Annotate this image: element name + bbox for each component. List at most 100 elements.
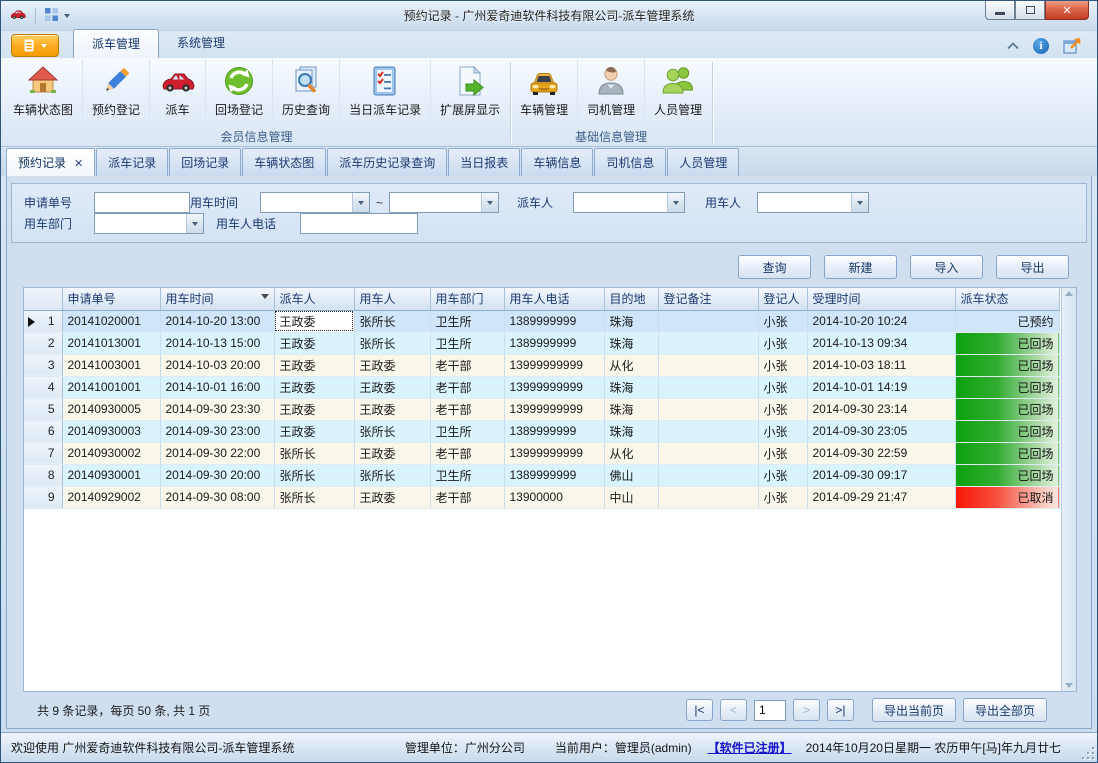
grid-cell[interactable]: 小张 (758, 442, 807, 464)
first-page-button[interactable]: |< (686, 699, 713, 721)
doc-tab-vehicle-status-map[interactable]: 车辆状态图 (242, 148, 326, 176)
ribbon-tab-dispatch-manage[interactable]: 派车管理 (73, 29, 159, 58)
grid-cell[interactable] (658, 464, 758, 486)
export-current-page-button[interactable]: 导出当前页 (872, 698, 956, 722)
combo-dropdown-button[interactable] (352, 193, 369, 212)
ribbon-button-return-register[interactable]: 回场登记 (206, 59, 273, 126)
grid-cell[interactable]: 老干部 (430, 398, 504, 420)
row-indicator-cell[interactable]: 1 (24, 310, 62, 332)
ribbon-button-dispatch[interactable]: 派车 (150, 59, 206, 126)
grid-cell[interactable]: 小张 (758, 376, 807, 398)
page-number-input[interactable] (754, 700, 786, 721)
grid-cell[interactable] (658, 486, 758, 508)
table-row[interactable]: 7201409300022014-09-30 22:00张所长王政委老干部139… (24, 442, 1059, 464)
dispatch-status-cell[interactable]: 已回场 (955, 332, 1059, 354)
grid-cell[interactable]: 2014-10-03 18:11 (807, 354, 955, 376)
dispatch-status-cell[interactable]: 已取消 (955, 486, 1059, 508)
combo-dropdown-button[interactable] (186, 214, 203, 233)
grid-cell[interactable]: 小张 (758, 354, 807, 376)
application-menu-button[interactable] (11, 34, 59, 57)
filter-combo-use-dept[interactable] (94, 213, 204, 234)
info-icon[interactable]: i (1033, 38, 1049, 54)
column-header-2[interactable]: 用车时间 (160, 288, 274, 310)
grid-cell[interactable]: 20141001001 (62, 376, 160, 398)
grid-cell[interactable]: 卫生所 (430, 464, 504, 486)
grid-cell[interactable]: 2014-10-13 09:34 (807, 332, 955, 354)
grid-cell[interactable]: 13999999999 (504, 442, 604, 464)
scroll-down-icon[interactable] (1065, 683, 1073, 688)
grid-cell[interactable]: 20141013001 (62, 332, 160, 354)
column-header-9[interactable]: 登记人 (758, 288, 807, 310)
grid-cell[interactable]: 2014-09-30 22:59 (807, 442, 955, 464)
grid-cell[interactable]: 13900000 (504, 486, 604, 508)
grid-cell[interactable]: 从化 (604, 442, 658, 464)
grid-cell[interactable]: 王政委 (274, 376, 354, 398)
grid-cell[interactable]: 卫生所 (430, 420, 504, 442)
grid-cell[interactable]: 佛山 (604, 464, 658, 486)
grid-cell[interactable]: 20140930002 (62, 442, 160, 464)
combo-dropdown-button[interactable] (667, 193, 684, 212)
grid-cell[interactable]: 2014-09-30 23:30 (160, 398, 274, 420)
filter-combo-use-time-to[interactable] (389, 192, 499, 213)
ribbon-tab-system-manage[interactable]: 系统管理 (159, 29, 243, 58)
grid-cell[interactable]: 中山 (604, 486, 658, 508)
grid-cell[interactable]: 张所长 (354, 332, 430, 354)
last-page-button[interactable]: >| (827, 699, 854, 721)
grid-cell[interactable]: 1389999999 (504, 420, 604, 442)
dispatch-status-cell[interactable]: 已回场 (955, 376, 1059, 398)
grid-cell[interactable]: 2014-10-20 13:00 (160, 310, 274, 332)
dispatch-status-cell[interactable]: 已回场 (955, 398, 1059, 420)
query-button[interactable]: 查询 (738, 255, 811, 279)
grid-cell[interactable]: 王政委 (274, 354, 354, 376)
grid-cell[interactable] (658, 398, 758, 420)
grid-cell[interactable]: 2014-10-13 15:00 (160, 332, 274, 354)
collapse-ribbon-chevron-icon[interactable] (1007, 42, 1019, 50)
table-row[interactable]: 8201409300012014-09-30 20:00张所长张所长卫生所138… (24, 464, 1059, 486)
grid-cell[interactable]: 王政委 (274, 398, 354, 420)
table-row[interactable]: 2201410130012014-10-13 15:00王政委张所长卫生所138… (24, 332, 1059, 354)
grid-cell[interactable]: 王政委 (354, 376, 430, 398)
grid-cell[interactable]: 2014-09-30 22:00 (160, 442, 274, 464)
grid-cell[interactable]: 2014-09-30 08:00 (160, 486, 274, 508)
grid-cell[interactable]: 老干部 (430, 486, 504, 508)
grid-cell[interactable]: 20140929002 (62, 486, 160, 508)
import-button[interactable]: 导入 (910, 255, 983, 279)
grid-cell[interactable]: 20140930005 (62, 398, 160, 420)
dispatch-status-cell[interactable]: 已回场 (955, 442, 1059, 464)
filter-combo-dispatcher[interactable] (573, 192, 685, 213)
grid-cell[interactable]: 13999999999 (504, 354, 604, 376)
grid-cell[interactable]: 2014-09-30 09:17 (807, 464, 955, 486)
ribbon-button-vehicle-status-map[interactable]: 车辆状态图 (4, 59, 83, 126)
column-header-7[interactable]: 目的地 (604, 288, 658, 310)
grid-cell[interactable] (658, 420, 758, 442)
grid-cell[interactable]: 小张 (758, 486, 807, 508)
table-row[interactable]: 6201409300032014-09-30 23:00王政委张所长卫生所138… (24, 420, 1059, 442)
dispatch-status-cell[interactable]: 已回场 (955, 354, 1059, 376)
column-header-3[interactable]: 派车人 (274, 288, 354, 310)
ribbon-button-personnel-manage[interactable]: 人员管理 (645, 59, 711, 126)
vertical-scrollbar[interactable] (1061, 288, 1076, 691)
ribbon-button-history-query[interactable]: 历史查询 (273, 59, 340, 126)
grid-cell[interactable]: 1389999999 (504, 464, 604, 486)
grid-cell[interactable]: 王政委 (274, 420, 354, 442)
ribbon-button-driver-manage[interactable]: 司机管理 (578, 59, 645, 126)
grid-cell[interactable]: 张所长 (274, 464, 354, 486)
column-header-6[interactable]: 用车人电话 (504, 288, 604, 310)
grid-cell[interactable]: 老干部 (430, 354, 504, 376)
ribbon-button-reservation-register[interactable]: 预约登记 (83, 59, 150, 126)
grid-cell[interactable]: 2014-09-30 23:05 (807, 420, 955, 442)
grid-cell[interactable] (658, 310, 758, 332)
export-button[interactable]: 导出 (996, 255, 1069, 279)
grid-cell[interactable]: 王政委 (354, 354, 430, 376)
grid-cell[interactable]: 老干部 (430, 376, 504, 398)
ribbon-button-today-dispatch-records[interactable]: 当日派车记录 (340, 59, 431, 126)
grid-cell[interactable]: 珠海 (604, 332, 658, 354)
filter-input-order-no[interactable] (94, 192, 190, 213)
scroll-up-icon[interactable] (1065, 291, 1073, 296)
grid-cell[interactable]: 13999999999 (504, 398, 604, 420)
grid-cell[interactable]: 王政委 (274, 310, 354, 332)
grid-cell[interactable]: 张所长 (274, 486, 354, 508)
doc-tab-vehicle-info[interactable]: 车辆信息 (521, 148, 593, 176)
grid-cell[interactable]: 珠海 (604, 310, 658, 332)
filter-combo-use-time-from[interactable] (260, 192, 370, 213)
